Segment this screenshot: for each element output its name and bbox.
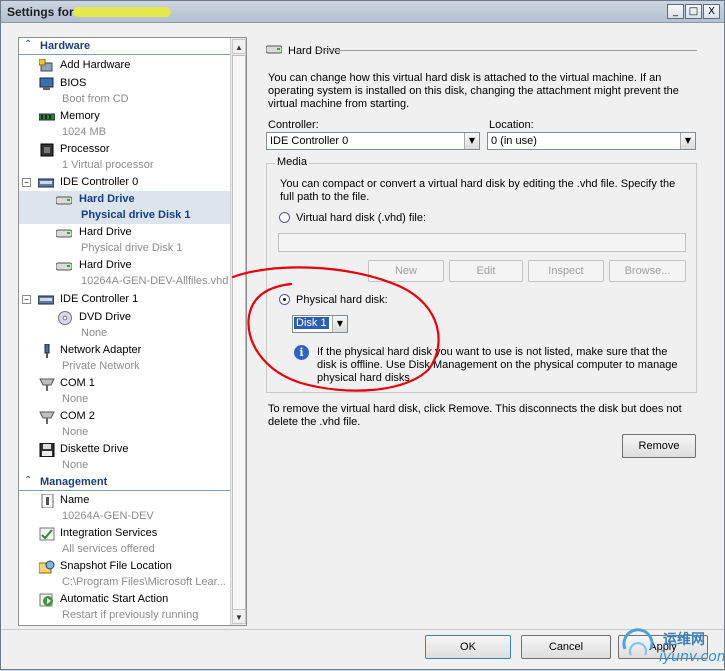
tree-item-bios[interactable]: BIOS Boot from CD (19, 75, 230, 108)
tree-item-hard-drive-selected[interactable]: Hard Drive Physical drive Disk 1 (19, 191, 230, 224)
tree-item-hard-drive-2[interactable]: Hard Drive Physical drive Disk 1 (19, 224, 230, 257)
vhd-file-radio[interactable] (279, 212, 290, 223)
vhd-file-label: Virtual hard disk (.vhd) file: (296, 212, 427, 224)
dropdown-arrow-icon[interactable]: ▼ (332, 316, 347, 332)
start-action-icon (39, 593, 53, 607)
tree-item-dvd-drive[interactable]: DVD Drive None (19, 309, 230, 342)
watermark-url-text: iyunv.com (659, 649, 725, 665)
vhd-path-input[interactable] (278, 233, 686, 252)
hard-drive-header-icon (266, 45, 282, 54)
hard-drive-icon (56, 229, 72, 238)
tree-item-add-hardware[interactable]: Add Hardware (19, 57, 230, 74)
tree-item-processor[interactable]: Processor 1 Virtual processor (19, 141, 230, 174)
media-group-label: Media (275, 156, 309, 168)
tree-item-network-adapter[interactable]: Network Adapter Private Network (19, 342, 230, 375)
collapse-toggle-icon[interactable]: − (22, 178, 31, 187)
ok-button[interactable]: OK (425, 635, 511, 659)
remove-description-line-1: To remove the virtual hard disk, click R… (268, 403, 682, 415)
collapse-chevron-icon: ⌃ (24, 475, 33, 486)
panel-header-title: Hard Drive (288, 45, 341, 57)
info-text-line-3: physical hard disks. (317, 372, 413, 384)
integration-services-icon (39, 527, 55, 541)
diskette-icon (39, 443, 55, 457)
controller-select[interactable]: IDE Controller 0 ▼ (266, 132, 480, 150)
processor-icon (40, 143, 54, 157)
media-description-line-2: full path to the file. (280, 191, 370, 203)
browse-button[interactable]: Browse... (609, 260, 686, 282)
management-section-header[interactable]: ⌃ Management (19, 474, 230, 491)
panel-description-line-3: virtual machine from starting. (268, 98, 410, 110)
dropdown-arrow-icon[interactable]: ▼ (464, 133, 479, 149)
hardware-section-header[interactable]: ⌃ Hardware (19, 38, 230, 55)
hard-drive-panel: Hard Drive You can change how this virtu… (259, 37, 715, 627)
remove-button[interactable]: Remove (622, 434, 696, 458)
tree-item-com-2[interactable]: COM 2 None (19, 408, 230, 441)
controller-label: Controller: (268, 119, 319, 131)
minimize-button[interactable]: _ (667, 4, 684, 19)
scroll-up-icon[interactable]: ▲ (232, 39, 246, 54)
ide-controller-icon (38, 178, 54, 188)
tree-item-integration-services[interactable]: Integration Services All services offere… (19, 525, 230, 558)
inspect-button[interactable]: Inspect (528, 260, 604, 282)
tree-scrollbar[interactable]: ▲ ▼ (230, 38, 246, 625)
location-select[interactable]: 0 (in use) ▼ (487, 132, 696, 150)
info-text-line-2: disk is offline. Use Disk Management on … (317, 359, 678, 371)
redacted-vm-name (73, 7, 171, 17)
info-text-line-1: If the physical hard disk you want to us… (317, 346, 668, 358)
window-title: Settings for (7, 5, 74, 19)
header-divider (317, 50, 697, 51)
com-port-icon (39, 411, 55, 424)
remove-description-line-2: delete the .vhd file. (268, 416, 361, 428)
close-button[interactable]: X (703, 4, 720, 19)
physical-disk-label: Physical hard disk: (296, 294, 388, 306)
physical-disk-radio[interactable] (279, 294, 290, 305)
tree-item-ide-controller-1[interactable]: − IDE Controller 1 (19, 291, 230, 308)
location-label: Location: (489, 119, 534, 131)
memory-icon (39, 113, 55, 121)
edit-button[interactable]: Edit (449, 260, 523, 282)
scroll-thumb[interactable] (232, 55, 246, 617)
com-port-icon (39, 378, 55, 391)
add-hardware-icon (39, 59, 53, 72)
media-group: Media You can compact or convert a virtu… (266, 156, 697, 393)
tree-item-hard-drive-3[interactable]: Hard Drive 10264A-GEN-DEV-Allfiles.vhd (19, 257, 230, 290)
network-adapter-icon (44, 344, 50, 358)
tree-item-automatic-start-action[interactable]: Automatic Start Action Restart if previo… (19, 591, 230, 624)
new-button[interactable]: New (368, 260, 444, 282)
tree-item-memory[interactable]: Memory 1024 MB (19, 108, 230, 141)
watermark-logo-icon (622, 628, 654, 656)
snapshot-icon (39, 560, 55, 574)
hard-drive-icon (56, 196, 72, 205)
collapse-chevron-icon: ⌃ (24, 39, 33, 50)
dropdown-arrow-icon[interactable]: ▼ (680, 133, 695, 149)
maximize-button[interactable]: □ (685, 4, 702, 19)
collapse-toggle-icon[interactable]: − (22, 295, 31, 304)
dvd-disc-icon (58, 311, 72, 325)
tree-item-name[interactable]: Name 10264A-GEN-DEV (19, 492, 230, 525)
physical-disk-select[interactable]: Disk 1 ▼ (292, 315, 348, 333)
footer-divider (1, 629, 724, 630)
cancel-button[interactable]: Cancel (521, 635, 611, 659)
bios-icon (39, 77, 54, 90)
settings-window: Settings for _ □ X ⌃ Hardware Add Hardwa… (0, 0, 725, 670)
title-bar: Settings for _ □ X (1, 1, 724, 23)
tree-item-com-1[interactable]: COM 1 None (19, 375, 230, 408)
hard-drive-icon (56, 262, 72, 271)
tree-item-diskette-drive[interactable]: Diskette Drive None (19, 441, 230, 474)
tree-item-snapshot-file-location[interactable]: Snapshot File Location C:\Program Files\… (19, 558, 230, 591)
scroll-down-icon[interactable]: ▼ (232, 609, 246, 624)
watermark-cn-text: 运维网 (663, 632, 705, 648)
tree-item-ide-controller-0[interactable]: − IDE Controller 0 (19, 174, 230, 191)
panel-description-line-1: You can change how this virtual hard dis… (268, 72, 662, 84)
ide-controller-icon (38, 295, 54, 305)
panel-description-line-2: operating system is installed on this di… (268, 85, 679, 97)
info-icon: i (294, 345, 309, 360)
settings-tree: ⌃ Hardware Add Hardware BIOS Boot from C… (18, 37, 247, 626)
name-field-icon (41, 494, 54, 508)
media-description-line-1: You can compact or convert a virtual har… (280, 178, 676, 190)
